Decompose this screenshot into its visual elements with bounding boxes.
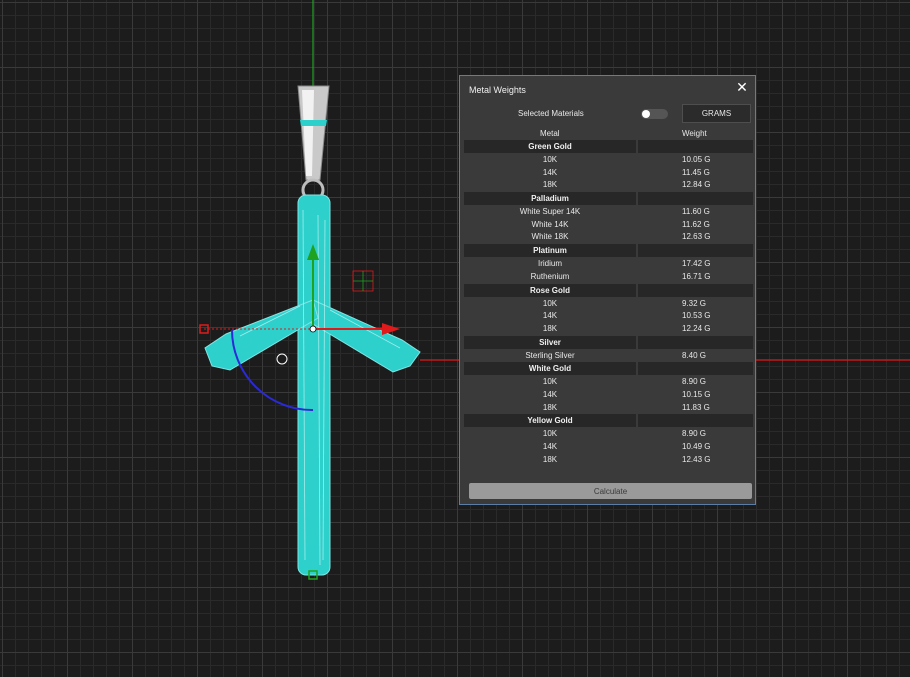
metal-item-name: 18K	[542, 402, 558, 412]
metal-item-name: Sterling Silver	[525, 350, 575, 360]
metal-item-row: 14K 11.45 G	[464, 167, 753, 180]
metal-item-weight: 10.53 G	[682, 311, 711, 321]
metal-weights-table: Green Gold 10K 10.05 G 14K 11.45 G 18K 12.84 G…	[464, 140, 753, 466]
metal-group-row: Platinum	[464, 244, 753, 258]
metal-item-row: 18K 12.84 G	[464, 179, 753, 192]
metal-item-row: 18K 11.83 G	[464, 402, 753, 415]
metal-item-name: Iridium	[537, 259, 562, 269]
metal-group-row: Palladium	[464, 192, 753, 206]
metal-item-weight: 11.83 G	[682, 402, 710, 412]
metal-item-weight: 8.90 G	[682, 429, 707, 439]
metal-item-row: 10K 9.32 G	[464, 298, 753, 311]
metal-group-weight-cell	[638, 192, 753, 206]
metal-item-name: 14K	[542, 311, 558, 321]
metal-group-weight-cell	[638, 414, 753, 428]
metal-item-row: White 14K 11.62 G	[464, 219, 753, 232]
metal-item-row: 14K 10.53 G	[464, 310, 753, 323]
toggle-knob	[642, 110, 650, 118]
close-icon[interactable]: ✕	[735, 80, 749, 94]
metal-item-row: 14K 10.15 G	[464, 389, 753, 402]
metal-item-weight: 8.90 G	[682, 377, 707, 387]
metal-item-weight: 10.49 G	[682, 442, 711, 451]
metal-group-name: Platinum	[464, 244, 636, 258]
metal-item-row: White Super 14K 11.60 G	[464, 206, 753, 219]
metal-item-weight: 10.15 G	[682, 389, 711, 399]
metal-weights-panel: Metal Weights ✕ Selected Materials GRAMS…	[459, 75, 756, 505]
3d-viewport[interactable]	[0, 0, 910, 677]
metal-item-row: 18K 12.43 G	[464, 454, 753, 467]
metal-item-weight: 11.62 G	[682, 219, 710, 229]
metal-item-row: 18K 12.24 G	[464, 323, 753, 336]
metal-group-weight-cell	[638, 140, 753, 153]
metal-item-weight: 12.24 G	[682, 323, 711, 333]
metal-item-name: 10K	[542, 377, 558, 387]
metal-item-name: 14K	[542, 442, 558, 451]
metal-group-row: Silver	[464, 335, 753, 349]
metal-item-weight: 17.42 G	[682, 259, 711, 269]
metal-item-name: 10K	[542, 429, 558, 439]
metal-item-weight: 16.71 G	[682, 271, 711, 281]
metal-item-weight: 9.32 G	[682, 298, 707, 308]
metal-group-name: Silver	[464, 335, 636, 349]
metal-item-weight: 12.63 G	[682, 232, 711, 242]
metal-group-name: Rose Gold	[464, 283, 636, 297]
metal-group-weight-cell	[638, 283, 753, 297]
metal-group-weight-cell	[638, 362, 753, 376]
metal-item-weight: 8.40 G	[682, 350, 707, 360]
metal-group-row: White Gold	[464, 362, 753, 376]
panel-title: Metal Weights	[469, 85, 526, 95]
metal-column-header: Metal	[540, 129, 560, 138]
metal-item-name: White 14K	[531, 219, 569, 229]
metal-group-row: Rose Gold	[464, 283, 753, 297]
metal-item-name: 18K	[542, 323, 558, 333]
metal-item-row: White 18K 12.63 G	[464, 231, 753, 244]
metal-item-row: 14K 10.49 G	[464, 441, 753, 454]
metal-item-name: Ruthenium	[530, 271, 570, 281]
metal-item-name: White 18K	[531, 232, 569, 242]
metal-group-row: Green Gold	[464, 140, 753, 153]
metal-group-name: Palladium	[464, 192, 636, 206]
metal-group-weight-cell	[638, 335, 753, 349]
metal-item-name: 18K	[542, 454, 558, 464]
metal-group-name: Green Gold	[464, 140, 636, 153]
metal-item-name: White Super 14K	[519, 207, 581, 217]
metal-item-name: 10K	[542, 155, 558, 164]
metal-item-weight: 12.84 G	[682, 180, 711, 190]
metal-item-weight: 11.45 G	[682, 167, 710, 177]
weight-column-header: Weight	[682, 129, 707, 138]
metal-item-weight: 11.60 G	[682, 207, 710, 217]
metal-group-name: Yellow Gold	[464, 414, 636, 428]
metal-item-row: Sterling Silver 8.40 G	[464, 350, 753, 363]
metal-group-name: White Gold	[464, 362, 636, 376]
metal-item-row: Ruthenium 16.71 G	[464, 271, 753, 284]
metal-item-name: 18K	[542, 180, 558, 190]
selected-materials-label: Selected Materials	[518, 109, 584, 118]
metal-item-row: Iridium 17.42 G	[464, 258, 753, 271]
metal-item-name: 14K	[542, 167, 558, 177]
metal-group-row: Yellow Gold	[464, 414, 753, 428]
metal-item-name: 14K	[542, 389, 558, 399]
metal-item-name: 10K	[542, 298, 558, 308]
metal-item-row: 10K 10.05 G	[464, 154, 753, 167]
calculate-button[interactable]: Calculate	[469, 483, 752, 499]
metal-group-weight-cell	[638, 244, 753, 258]
metal-item-weight: 10.05 G	[682, 155, 711, 164]
metal-item-row: 10K 8.90 G	[464, 428, 753, 441]
metal-item-row: 10K 8.90 G	[464, 376, 753, 389]
units-button[interactable]: GRAMS	[682, 104, 751, 123]
pendant-bail[interactable]	[297, 85, 330, 202]
metal-item-weight: 12.43 G	[682, 454, 711, 464]
selected-materials-toggle[interactable]	[641, 109, 668, 119]
